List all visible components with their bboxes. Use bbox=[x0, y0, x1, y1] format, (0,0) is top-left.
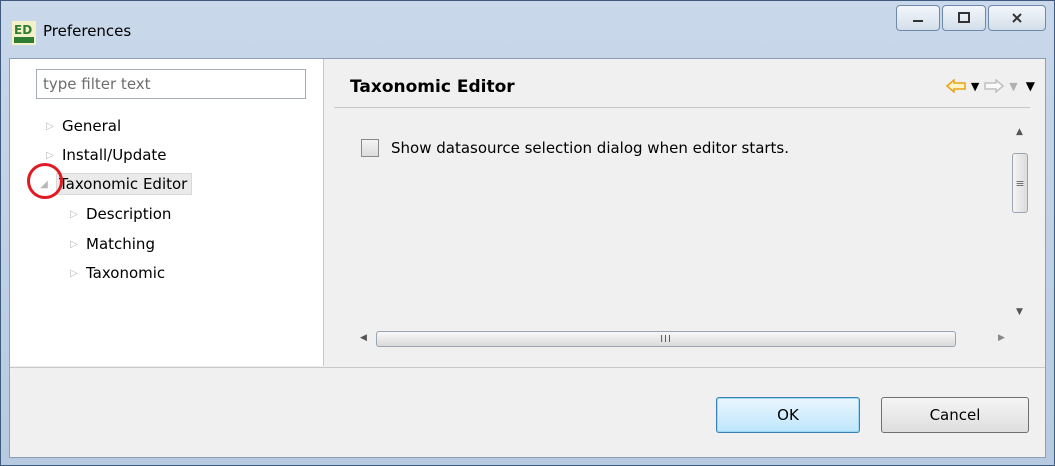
tree-item-label: Description bbox=[86, 205, 172, 223]
tree-item-description[interactable]: ▷ Description bbox=[66, 201, 171, 227]
tree-item-label: General bbox=[62, 117, 122, 135]
page-title: Taxonomic Editor bbox=[350, 77, 515, 97]
cancel-button[interactable]: Cancel bbox=[881, 397, 1029, 433]
preferences-tree-panel: ▷ General ▷ Install/Update ◢ Taxonomic E… bbox=[10, 59, 324, 366]
tree-item-general[interactable]: ▷ General bbox=[42, 113, 121, 139]
forward-dropdown-icon[interactable]: ▼ bbox=[1009, 80, 1017, 93]
expand-arrow-icon[interactable]: ▷ bbox=[66, 239, 82, 250]
tree-item-label: Taxonomic Editor bbox=[56, 173, 193, 195]
tree-item-label: Matching bbox=[86, 235, 155, 253]
horizontal-scrollbar[interactable]: ◀ III ▶ bbox=[354, 329, 1014, 349]
button-bar-divider bbox=[10, 367, 1045, 368]
minimize-button[interactable] bbox=[896, 5, 940, 31]
highlight-circle bbox=[27, 163, 63, 199]
scroll-left-icon[interactable]: ◀ bbox=[360, 333, 367, 343]
maximize-icon bbox=[958, 12, 970, 23]
app-icon: ED bbox=[12, 21, 36, 45]
tree-item-install-update[interactable]: ▷ Install/Update bbox=[42, 142, 167, 168]
back-arrow-icon[interactable] bbox=[945, 79, 967, 93]
vertical-scroll-thumb[interactable]: ≡ bbox=[1012, 153, 1028, 213]
close-button[interactable] bbox=[988, 5, 1046, 31]
vertical-scrollbar[interactable]: ▲ ≡ ▼ bbox=[1010, 127, 1030, 327]
ok-button[interactable]: OK bbox=[716, 397, 860, 433]
horizontal-scroll-thumb[interactable]: III bbox=[376, 331, 956, 347]
close-icon bbox=[1012, 13, 1022, 23]
view-menu-icon[interactable]: ▼ bbox=[1026, 79, 1035, 93]
app-icon-text: ED bbox=[14, 23, 32, 37]
datasource-dialog-checkbox[interactable] bbox=[361, 139, 379, 157]
title-divider bbox=[334, 107, 1030, 108]
window-title: Preferences bbox=[43, 22, 132, 40]
preferences-window: ED Preferences ▷ General ▷ Insta bbox=[0, 0, 1055, 466]
title-bar[interactable]: ED Preferences bbox=[1, 1, 1054, 56]
window-controls bbox=[896, 5, 1046, 31]
filter-input[interactable] bbox=[36, 69, 306, 99]
datasource-dialog-label: Show datasource selection dialog when ed… bbox=[391, 139, 790, 157]
scroll-up-icon[interactable]: ▲ bbox=[1016, 127, 1023, 137]
page-navigation: ▼ ▼ ▼ bbox=[945, 79, 1035, 93]
tree-item-taxonomic[interactable]: ▷ Taxonomic bbox=[66, 260, 165, 286]
expand-arrow-icon[interactable]: ▷ bbox=[42, 121, 58, 132]
scroll-down-icon[interactable]: ▼ bbox=[1016, 307, 1023, 317]
expand-arrow-icon[interactable]: ▷ bbox=[66, 268, 82, 279]
scroll-right-icon[interactable]: ▶ bbox=[998, 333, 1005, 343]
datasource-dialog-option[interactable]: Show datasource selection dialog when ed… bbox=[361, 139, 789, 157]
maximize-button[interactable] bbox=[942, 5, 986, 31]
forward-arrow-icon[interactable] bbox=[983, 79, 1005, 93]
tree-item-label: Taxonomic bbox=[86, 264, 166, 282]
tree-item-matching[interactable]: ▷ Matching bbox=[66, 231, 155, 257]
back-dropdown-icon[interactable]: ▼ bbox=[971, 80, 979, 93]
preference-page-panel: Taxonomic Editor ▼ ▼ ▼ Show datasource s… bbox=[324, 59, 1045, 366]
tree-item-label: Install/Update bbox=[62, 146, 167, 164]
expand-arrow-icon[interactable]: ▷ bbox=[66, 209, 82, 220]
expand-arrow-icon[interactable]: ▷ bbox=[42, 150, 58, 161]
minimize-icon bbox=[913, 20, 923, 22]
dialog-content: ▷ General ▷ Install/Update ◢ Taxonomic E… bbox=[9, 58, 1046, 458]
